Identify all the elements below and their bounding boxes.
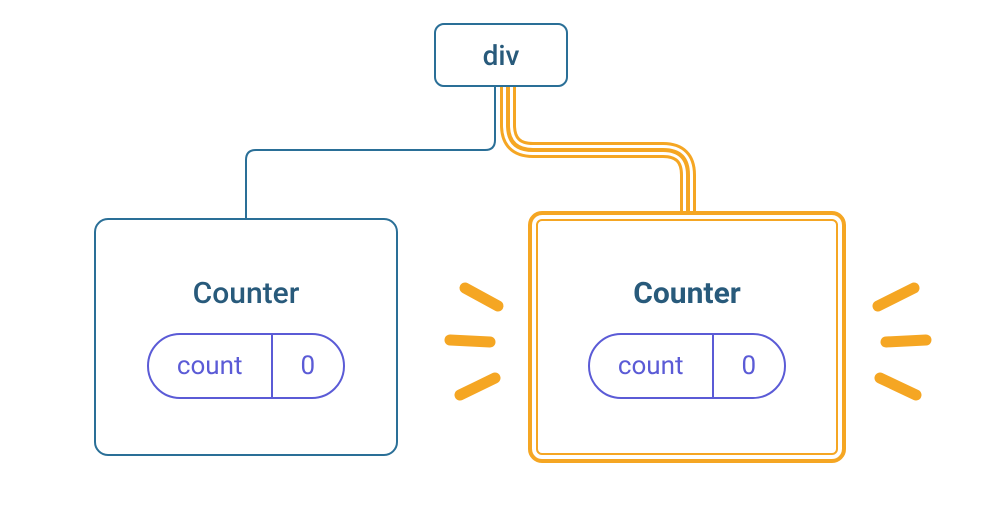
state-label-left: count [149, 335, 273, 397]
connector-left [246, 87, 495, 218]
connector-right-outer [508, 87, 688, 211]
state-value-left: 0 [273, 335, 344, 397]
sparks-right-right [878, 288, 926, 395]
connector-right-tube [508, 87, 688, 211]
state-pill-left: count 0 [147, 333, 345, 399]
counter-node-right: Counter count 0 [528, 211, 846, 463]
counter-title-left: Counter [193, 276, 300, 311]
root-label: div [483, 39, 520, 72]
connector-right-inner [508, 87, 688, 211]
state-pill-right: count 0 [588, 333, 786, 399]
root-div-node: div [434, 23, 568, 87]
state-value-right: 0 [714, 335, 785, 397]
counter-title-right: Counter [633, 276, 741, 311]
sparks-right-left [450, 288, 498, 395]
state-label-right: count [590, 335, 714, 397]
sparks-left [27, 288, 65, 390]
counter-node-left: Counter count 0 [94, 218, 398, 456]
